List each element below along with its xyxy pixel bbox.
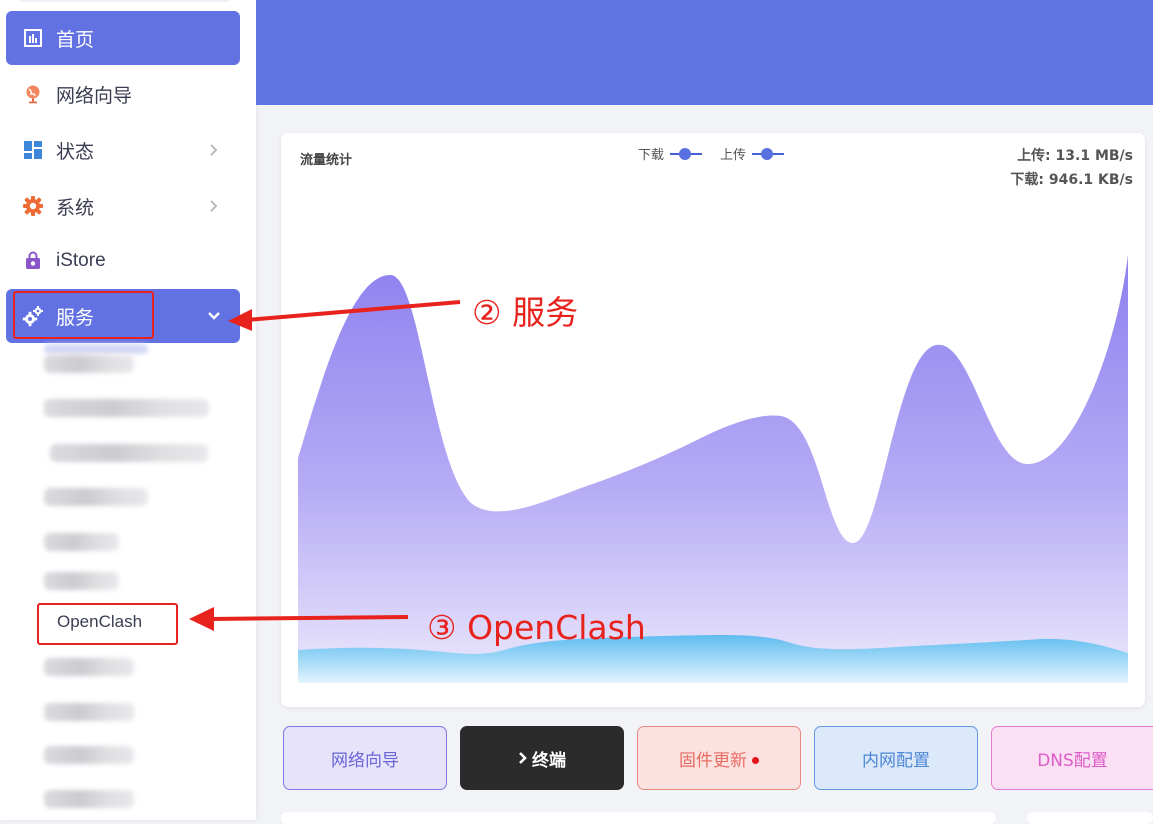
traffic-card: 流量统计 下载 上传 上传: 13.1 MB/s 下载: 946.1 KB/s [281, 133, 1145, 707]
sidebar-item-label: 首页 [56, 28, 95, 51]
sidebar: 首页 网络向导 状态 系统 iStore 服务 OpenClash [0, 0, 256, 820]
legend-download[interactable]: 下载 [638, 144, 703, 163]
submenu-item-blurred[interactable] [44, 746, 134, 764]
submenu-item-blurred[interactable] [44, 790, 134, 808]
legend-upload-label: 上传 [720, 148, 747, 163]
terminal-button[interactable]: 终端 [460, 726, 624, 790]
sidebar-item-label: iStore [56, 250, 106, 271]
submenu-item-blurred[interactable] [44, 572, 119, 590]
submenu-item-blurred[interactable] [44, 703, 134, 721]
chevron-right-icon [204, 140, 224, 160]
lan-config-button[interactable]: 内网配置 [814, 726, 978, 790]
dashboard-icon [22, 27, 44, 49]
dns-config-label: DNS配置 [1037, 750, 1108, 771]
firmware-update-button[interactable]: 固件更新 [637, 726, 801, 790]
network-wizard-button[interactable]: 网络向导 [283, 726, 447, 790]
update-dot-indicator [752, 756, 759, 764]
chevron-right-icon [518, 751, 528, 765]
submenu-item-blurred[interactable] [44, 488, 148, 506]
submenu-item-blurred[interactable] [44, 344, 148, 354]
traffic-chart [298, 255, 1128, 683]
submenu-item-blurred[interactable] [44, 399, 209, 417]
legend-upload-marker [752, 147, 785, 160]
sidebar-top-edge [20, 0, 230, 2]
chevron-right-icon [204, 196, 224, 216]
sidebar-item-network-wizard[interactable]: 网络向导 [6, 67, 240, 121]
submenu-item-blurred[interactable] [50, 444, 208, 462]
sidebar-item-istore[interactable]: iStore [6, 234, 240, 288]
globe-icon [22, 83, 44, 105]
traffic-title: 流量统计 [300, 153, 353, 168]
legend-download-marker [670, 147, 703, 160]
sidebar-item-home[interactable]: 首页 [6, 11, 240, 65]
network-wizard-label: 网络向导 [331, 750, 399, 771]
submenu-item-blurred[interactable] [44, 533, 119, 551]
sidebar-item-status[interactable]: 状态 [6, 123, 240, 177]
annotation-step-2: ② 服务 [472, 293, 579, 332]
shopping-bag-icon [22, 250, 44, 272]
sidebar-item-label: 网络向导 [56, 84, 133, 107]
legend-download-label: 下载 [638, 148, 665, 163]
gear-icon [22, 195, 44, 217]
annotation-box-services [13, 291, 154, 339]
legend-upload[interactable]: 上传 [720, 144, 785, 163]
sidebar-item-label: 系统 [56, 196, 95, 219]
next-card-edge [1027, 812, 1153, 824]
download-rate: 下载: 946.1 KB/s [1010, 172, 1133, 188]
sidebar-item-label: 状态 [56, 140, 95, 163]
dns-config-button[interactable]: DNS配置 [991, 726, 1153, 790]
submenu-item-blurred[interactable] [44, 658, 134, 676]
annotation-box-openclash [37, 603, 178, 645]
annotation-step-3: ③ OpenClash [427, 608, 646, 647]
firmware-update-label: 固件更新 [679, 750, 747, 771]
submenu-item-blurred[interactable] [44, 355, 134, 373]
sidebar-item-system[interactable]: 系统 [6, 179, 240, 233]
header-banner [256, 0, 1153, 105]
chevron-down-icon [204, 306, 224, 326]
upload-rate: 上传: 13.1 MB/s [1017, 148, 1133, 164]
lan-config-label: 内网配置 [862, 750, 930, 771]
grid-icon [22, 139, 44, 161]
download-area [298, 255, 1128, 683]
next-card-edge [281, 812, 996, 824]
terminal-label: 终端 [532, 750, 566, 771]
